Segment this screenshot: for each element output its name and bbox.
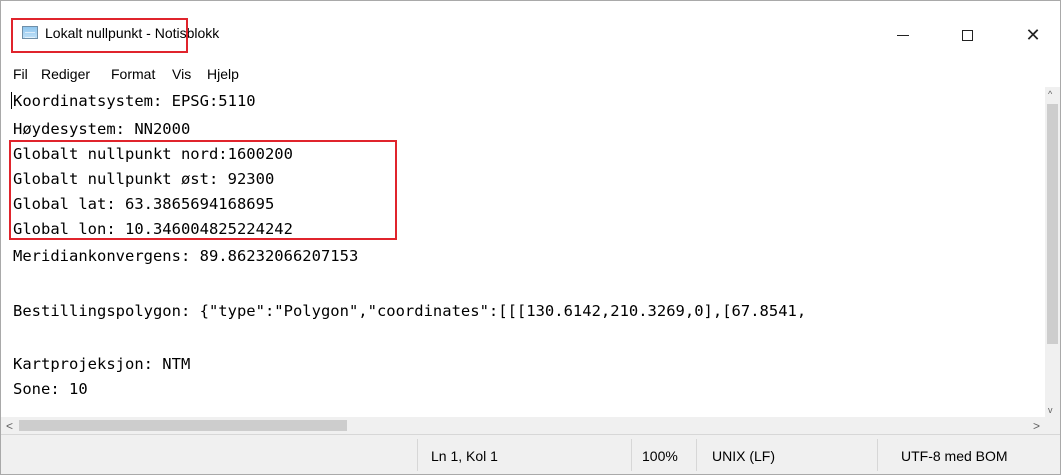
text-line-11: Kartprojeksjon: NTM bbox=[13, 355, 191, 373]
minimize-icon bbox=[897, 34, 909, 36]
text-line-1: Koordinatsystem: EPSG:5110 bbox=[13, 92, 256, 110]
scroll-up-icon[interactable]: ^ bbox=[1048, 89, 1052, 99]
vertical-scroll-thumb[interactable] bbox=[1047, 104, 1058, 344]
close-icon: ✕ bbox=[1025, 24, 1041, 45]
status-bar: Ln 1, Kol 1 100% UNIX (LF) UTF-8 med BOM bbox=[1, 434, 1060, 474]
text-line-9: Bestillingspolygon: {"type":"Polygon","c… bbox=[13, 302, 807, 320]
title-highlight-box bbox=[11, 18, 188, 53]
horizontal-scroll-thumb[interactable] bbox=[19, 420, 347, 431]
status-separator bbox=[631, 439, 632, 471]
close-button[interactable]: ✕ bbox=[1009, 15, 1057, 55]
text-line-7: Meridiankonvergens: 89.86232066207153 bbox=[13, 247, 359, 265]
status-separator bbox=[417, 439, 418, 471]
text-line-2: Høydesystem: NN2000 bbox=[13, 120, 191, 138]
text-caret bbox=[11, 92, 12, 109]
status-zoom: 100% bbox=[642, 448, 678, 464]
menu-format[interactable]: Format bbox=[111, 66, 155, 82]
status-line-ending: UNIX (LF) bbox=[712, 448, 775, 464]
text-line-12: Sone: 10 bbox=[13, 380, 88, 398]
scroll-right-icon[interactable]: > bbox=[1033, 419, 1040, 433]
horizontal-scrollbar[interactable]: < > bbox=[1, 417, 1045, 434]
menu-hjelp[interactable]: Hjelp bbox=[207, 66, 239, 82]
vertical-scrollbar[interactable]: ^ v bbox=[1045, 87, 1060, 417]
menu-vis[interactable]: Vis bbox=[172, 66, 191, 82]
status-cursor-position: Ln 1, Kol 1 bbox=[431, 448, 498, 464]
menu-rediger[interactable]: Rediger bbox=[41, 66, 90, 82]
scrollbar-corner bbox=[1045, 417, 1060, 434]
status-separator bbox=[696, 439, 697, 471]
minimize-button[interactable] bbox=[879, 15, 927, 55]
status-separator bbox=[877, 439, 878, 471]
maximize-button[interactable] bbox=[943, 15, 991, 55]
maximize-icon bbox=[961, 29, 973, 41]
menu-fil[interactable]: Fil bbox=[13, 66, 28, 82]
title-bar[interactable]: Lokalt nullpunkt - Notisblokk ✕ bbox=[1, 1, 1060, 61]
coordinates-highlight-box bbox=[9, 140, 397, 240]
status-encoding: UTF-8 med BOM bbox=[901, 448, 1008, 464]
menu-bar: Fil Rediger Format Vis Hjelp bbox=[1, 61, 1060, 87]
scroll-left-icon[interactable]: < bbox=[6, 419, 13, 433]
text-editor[interactable]: Koordinatsystem: EPSG:5110 Høydesystem: … bbox=[1, 87, 1045, 417]
notepad-window: Lokalt nullpunkt - Notisblokk ✕ Fil Redi… bbox=[0, 0, 1061, 475]
scroll-down-icon[interactable]: v bbox=[1048, 405, 1053, 415]
